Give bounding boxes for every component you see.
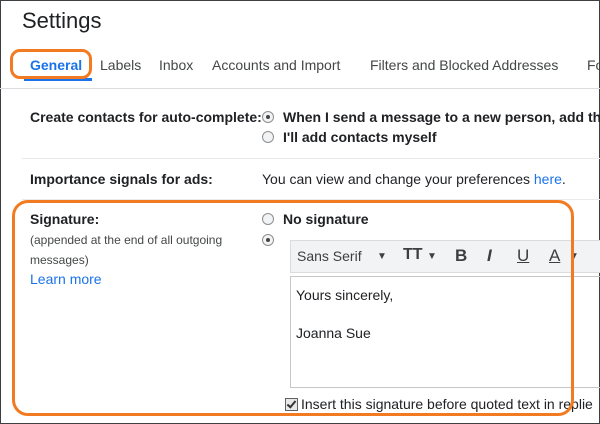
importance-signals-label: Importance signals for ads: (30, 171, 213, 187)
contacts-auto-add-radio[interactable] (262, 111, 274, 123)
contacts-manual-option[interactable]: I'll add contacts myself (283, 129, 437, 145)
tab-forwarding[interactable]: Fo (587, 57, 600, 73)
preferences-here-link[interactable]: here (534, 171, 562, 187)
signature-highlight-annotation (12, 200, 574, 416)
tab-labels[interactable]: Labels (100, 57, 141, 73)
section-divider (22, 158, 600, 159)
importance-signals-text: You can view and change your preferences… (262, 171, 566, 187)
contacts-manual-radio[interactable] (262, 131, 274, 143)
page-title: Settings (22, 8, 102, 33)
tab-highlight-annotation (10, 49, 92, 79)
tab-filters-and-blocked-addresses[interactable]: Filters and Blocked Addresses (370, 57, 558, 73)
contacts-auto-add-option[interactable]: When I send a message to a new person, a… (283, 109, 600, 125)
tab-inbox[interactable]: Inbox (159, 57, 193, 73)
tab-accounts-and-import[interactable]: Accounts and Import (212, 57, 340, 73)
contacts-setting-label: Create contacts for auto-complete: (30, 109, 262, 125)
